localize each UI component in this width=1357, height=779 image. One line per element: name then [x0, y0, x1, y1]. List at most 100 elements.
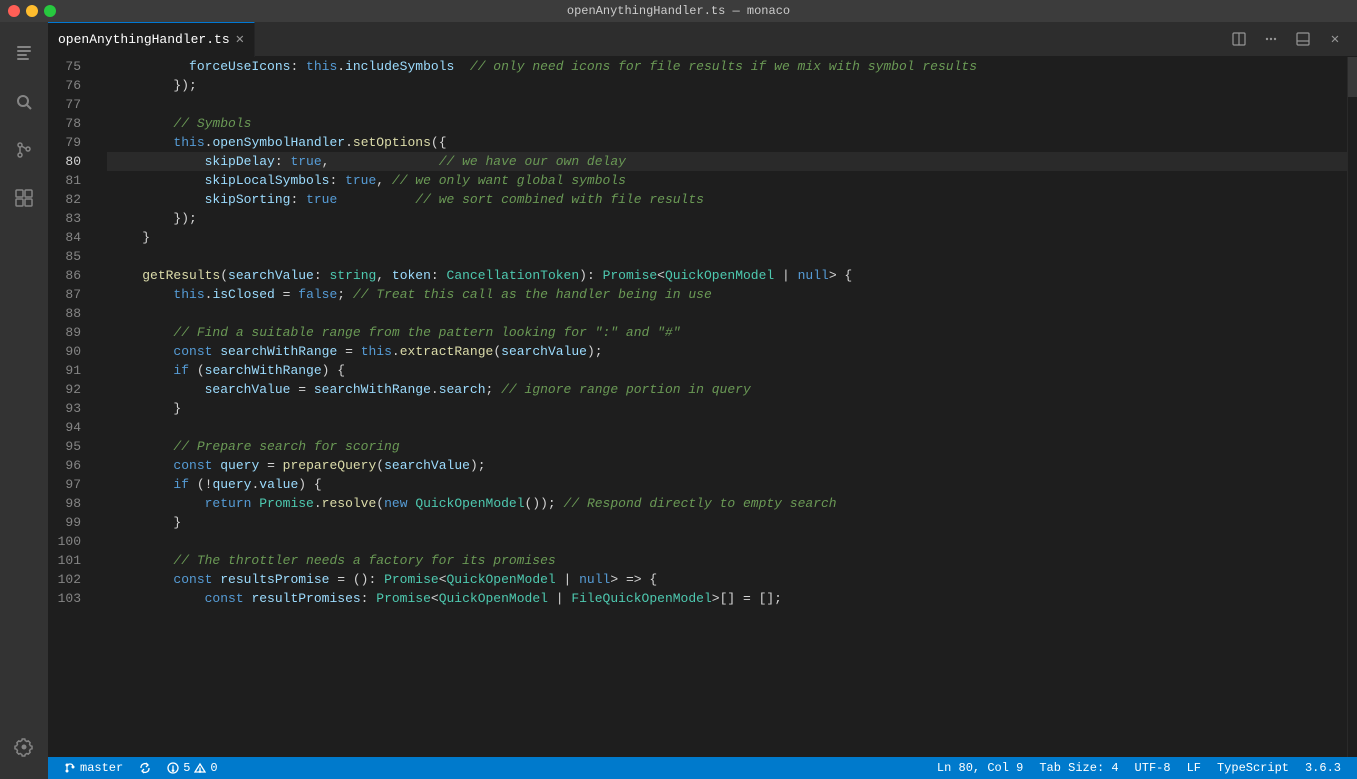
main-layout: openAnythingHandler.ts ✕ ✕ 7576777879808	[0, 22, 1357, 779]
activity-search[interactable]	[0, 78, 48, 126]
code-area[interactable]: forceUseIcons: this.includeSymbols // on…	[103, 57, 1347, 757]
tab-filename: openAnythingHandler.ts	[58, 32, 230, 47]
activity-explorer[interactable]	[0, 30, 48, 78]
code-line: forceUseIcons: this.includeSymbols // on…	[107, 57, 1347, 76]
titlebar: openAnythingHandler.ts — monaco	[0, 0, 1357, 22]
activity-settings-icon[interactable]	[0, 723, 48, 771]
line-number: 90	[48, 342, 91, 361]
code-line: const query = prepareQuery(searchValue);	[107, 456, 1347, 475]
line-number: 99	[48, 513, 91, 532]
line-number: 80	[48, 152, 91, 171]
activity-settings[interactable]	[0, 723, 48, 771]
line-number: 75	[48, 57, 91, 76]
line-number: 91	[48, 361, 91, 380]
code-line: if (!query.value) {	[107, 475, 1347, 494]
activity-source-control[interactable]	[0, 126, 48, 174]
code-line: // The throttler needs a factory for its…	[107, 551, 1347, 570]
line-number: 101	[48, 551, 91, 570]
code-line: searchValue = searchWithRange.search; //…	[107, 380, 1347, 399]
code-line	[107, 304, 1347, 323]
minimap-thumb	[1348, 57, 1357, 97]
line-number: 83	[48, 209, 91, 228]
git-branch[interactable]: master	[56, 757, 131, 779]
line-number: 78	[48, 114, 91, 133]
code-line: return Promise.resolve(new QuickOpenMode…	[107, 494, 1347, 513]
line-number: 85	[48, 247, 91, 266]
activity-extensions[interactable]	[0, 174, 48, 222]
line-number: 86	[48, 266, 91, 285]
maximize-button[interactable]	[44, 5, 56, 17]
code-line: });	[107, 76, 1347, 95]
code-line: skipSorting: true // we sort combined wi…	[107, 190, 1347, 209]
window-title: openAnythingHandler.ts — monaco	[567, 4, 790, 18]
activity-bar	[0, 22, 48, 779]
tab-size[interactable]: Tab Size: 4	[1031, 757, 1126, 779]
version[interactable]: 3.6.3	[1297, 757, 1349, 779]
editor-area: openAnythingHandler.ts ✕ ✕ 7576777879808	[48, 22, 1357, 779]
sync-status[interactable]	[131, 757, 159, 779]
code-line: getResults(searchValue: string, token: C…	[107, 266, 1347, 285]
line-number: 103	[48, 589, 91, 608]
split-editor-button[interactable]	[1225, 25, 1253, 53]
editor-content[interactable]: 7576777879808182838485868788899091929394…	[48, 57, 1357, 757]
line-number: 79	[48, 133, 91, 152]
status-right: Ln 80, Col 9 Tab Size: 4 UTF-8 LF TypeSc…	[929, 757, 1349, 779]
line-number: 102	[48, 570, 91, 589]
code-line: const resultPromises: Promise<QuickOpenM…	[107, 589, 1347, 608]
language-mode[interactable]: TypeScript	[1209, 757, 1297, 779]
minimize-button[interactable]	[26, 5, 38, 17]
code-line: const resultsPromise = (): Promise<Quick…	[107, 570, 1347, 589]
code-line: // Symbols	[107, 114, 1347, 133]
line-number: 100	[48, 532, 91, 551]
line-number: 89	[48, 323, 91, 342]
status-bar: master 5 0 Ln 80, Col 9 Tab Size: 4 UTF-	[48, 757, 1357, 779]
code-line: skipLocalSymbols: true, // we only want …	[107, 171, 1347, 190]
tab-close-button[interactable]: ✕	[236, 31, 244, 48]
active-tab[interactable]: openAnythingHandler.ts ✕	[48, 22, 255, 57]
code-line: // Prepare search for scoring	[107, 437, 1347, 456]
close-button[interactable]	[8, 5, 20, 17]
code-line: }	[107, 513, 1347, 532]
line-endings[interactable]: LF	[1179, 757, 1209, 779]
minimap	[1347, 57, 1357, 757]
error-count[interactable]: 5 0	[159, 757, 225, 779]
code-line: const searchWithRange = this.extractRang…	[107, 342, 1347, 361]
line-numbers: 7576777879808182838485868788899091929394…	[48, 57, 103, 757]
line-number: 77	[48, 95, 91, 114]
code-line	[107, 418, 1347, 437]
encoding[interactable]: UTF-8	[1127, 757, 1179, 779]
line-number: 98	[48, 494, 91, 513]
close-editor-button[interactable]: ✕	[1321, 25, 1349, 53]
line-number: 88	[48, 304, 91, 323]
code-line	[107, 95, 1347, 114]
line-number: 82	[48, 190, 91, 209]
code-line	[107, 532, 1347, 551]
tab-actions: ✕	[1217, 25, 1357, 53]
line-number: 81	[48, 171, 91, 190]
line-number: 96	[48, 456, 91, 475]
code-line: // Find a suitable range from the patter…	[107, 323, 1347, 342]
code-line: if (searchWithRange) {	[107, 361, 1347, 380]
tab-bar: openAnythingHandler.ts ✕ ✕	[48, 22, 1357, 57]
code-line: }	[107, 399, 1347, 418]
code-line: });	[107, 209, 1347, 228]
code-line: this.isClosed = false; // Treat this cal…	[107, 285, 1347, 304]
window-controls	[8, 5, 56, 17]
line-number: 84	[48, 228, 91, 247]
code-line: }	[107, 228, 1347, 247]
line-number: 93	[48, 399, 91, 418]
line-number: 92	[48, 380, 91, 399]
code-line: this.openSymbolHandler.setOptions({	[107, 133, 1347, 152]
error-value: 5	[183, 761, 190, 775]
line-number: 87	[48, 285, 91, 304]
cursor-position[interactable]: Ln 80, Col 9	[929, 757, 1031, 779]
branch-name: master	[80, 761, 123, 775]
line-number: 76	[48, 76, 91, 95]
more-actions-button[interactable]	[1257, 25, 1285, 53]
warning-value: 0	[210, 761, 217, 775]
code-line	[107, 247, 1347, 266]
line-number: 95	[48, 437, 91, 456]
code-line: skipDelay: true, // we have our own dela…	[107, 152, 1347, 171]
panel-toggle-button[interactable]	[1289, 25, 1317, 53]
line-number: 97	[48, 475, 91, 494]
